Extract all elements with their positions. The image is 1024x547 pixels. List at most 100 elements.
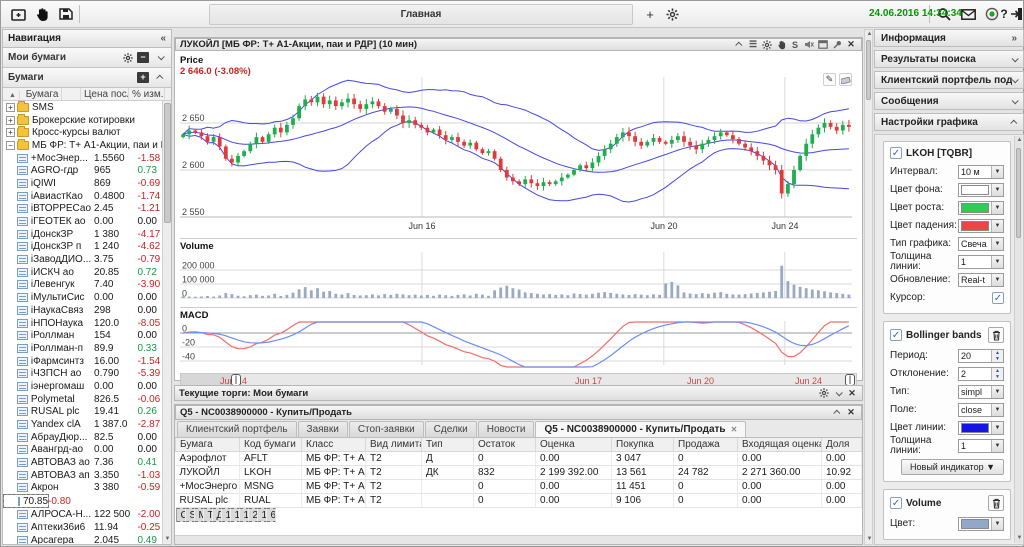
checkbox[interactable]: ✓ <box>890 497 902 509</box>
security-row[interactable]: iАвиастКао 0.4800 -1.74 <box>3 190 171 203</box>
chevron-down-icon[interactable] <box>832 388 844 399</box>
table-row[interactable]: АэрофлотAFLTМБ ФР: Т+ А1-А...Т2Д00.003 0… <box>176 452 862 466</box>
security-row[interactable]: iэнергомаш 0.00 0.00 <box>3 380 171 393</box>
security-row[interactable]: Арсагера 2.045 0.49 <box>3 534 171 544</box>
q5-window-header[interactable]: Q5 - NC0038900000 - Купить/Продать ✕ <box>175 405 862 420</box>
dropdown[interactable]: simpl▼ <box>958 385 1004 399</box>
security-row[interactable]: iДонскЗР п 1 240 -4.62 <box>3 241 171 254</box>
col-header[interactable]: Оценка <box>536 438 612 452</box>
dropdown[interactable]: 10 м▼ <box>958 165 1004 179</box>
volume-chart[interactable]: 200 000 100 000 0 <box>180 252 857 307</box>
col-header[interactable]: Продажа <box>674 438 738 452</box>
security-row[interactable]: iЛевенгук 7.40 -3.90 <box>3 279 171 292</box>
security-row[interactable]: Акрон 3 380 -0.59 <box>3 482 171 495</box>
tab-1[interactable]: Заявки <box>298 421 348 437</box>
security-row[interactable]: iQIWI 869 -0.69 <box>3 177 171 190</box>
security-row[interactable]: AGRO-гдр 965 0.73 <box>3 164 171 177</box>
gear-icon[interactable] <box>122 52 134 63</box>
tree-folder[interactable]: + Брокерские котировки <box>3 114 171 127</box>
security-row[interactable]: iРоллман 154 0.00 <box>3 329 171 342</box>
panel-client-portfolio[interactable]: Клиентский портфель подробно <box>874 71 1024 89</box>
tab-2[interactable]: Стоп-заявки <box>349 421 424 437</box>
chevron-up-icon[interactable] <box>831 407 843 418</box>
col-header[interactable]: Остаток <box>474 438 536 452</box>
expand-icon[interactable]: + <box>6 128 15 137</box>
security-row[interactable]: Yandex clA 1 387.0 -2.87 <box>3 418 171 431</box>
checkbox[interactable]: ✓ <box>992 292 1004 304</box>
panel-search-results[interactable]: Результаты поиска <box>874 50 1024 68</box>
dropdown[interactable]: 1▼ <box>958 439 1004 453</box>
col-header[interactable]: Входящая оценка <box>738 438 822 452</box>
delete-indicator-icon[interactable] <box>988 327 1004 343</box>
tree-folder-expanded[interactable]: − МБ ФР: Т+ А1-Акции, паи и РДР <box>3 139 171 152</box>
security-row[interactable]: Polymetal 826.5 -0.06 <box>3 393 171 406</box>
workspace-vscrollbar[interactable]: ▲ ▼ <box>864 29 873 545</box>
tree-folder[interactable]: + SMS <box>3 101 171 114</box>
gear-icon[interactable] <box>663 5 681 23</box>
tab-glavnaya[interactable]: Главная <box>210 5 632 24</box>
security-row[interactable]: АЛРОСА-Н... 122 500 -2.00 <box>3 508 171 521</box>
eraser-icon[interactable] <box>839 73 852 86</box>
close-tab-icon[interactable]: ✕ <box>731 425 738 434</box>
settings-scrollbar[interactable]: ▲ ▼ <box>1014 136 1022 543</box>
tab-0[interactable]: Клиентский портфель <box>177 421 297 437</box>
security-row[interactable]: iИСКЧ ао 20.85 0.72 <box>3 266 171 279</box>
security-row[interactable]: RUSAL plc 19.41 0.26 <box>3 406 171 419</box>
security-row[interactable]: АЛРОСА ао 70.85 -0.80 <box>3 494 49 508</box>
tab-5[interactable]: Q5 - NC0038900000 - Купить/Продать✕ <box>535 421 746 437</box>
securities-columns-header[interactable]: ▲ Бумага Цена посл % изм. <box>3 88 171 101</box>
add-tab-icon[interactable]: + <box>641 5 659 23</box>
security-row[interactable]: iРоллман-п 89.9 0.33 <box>3 342 171 355</box>
col-header[interactable]: Доля <box>822 438 862 452</box>
save-icon[interactable] <box>57 5 75 23</box>
collapse-icon[interactable]: − <box>6 141 15 150</box>
spin-down-icon[interactable]: ▼ <box>992 374 1003 380</box>
tab-3[interactable]: Сделки <box>425 421 477 437</box>
security-row[interactable]: Авангрд-ао 0.00 0.00 <box>3 444 171 457</box>
table-row[interactable]: СбербанкSBERМБ ФР: Т+ А1-А...Т2ДК1 0631 … <box>176 508 222 522</box>
checkbox[interactable]: ✓ <box>890 147 902 159</box>
security-row[interactable]: АВТОВАЗ ао 7.36 0.41 <box>3 456 171 469</box>
dropdown[interactable]: close▼ <box>958 403 1004 417</box>
q5-hscrollbar[interactable] <box>175 536 862 544</box>
number-spinner[interactable]: 2▲▼ <box>958 367 1004 381</box>
panel-information[interactable]: Информация » <box>874 29 1024 47</box>
close-icon[interactable]: ✕ <box>846 388 858 399</box>
gear-icon[interactable] <box>761 39 773 50</box>
security-row[interactable]: iЗаводДИО... 3.75 -0.79 <box>3 253 171 266</box>
table-row[interactable]: +МосЭнергоMSNGМБ ФР: Т+ А1-А...Т200.0011… <box>176 480 862 494</box>
delete-indicator-icon[interactable] <box>988 495 1004 511</box>
panel-securities[interactable]: Бумаги + <box>3 68 171 88</box>
security-row[interactable]: АВТОВАЗ ап 3.350 -1.03 <box>3 469 171 482</box>
checkbox[interactable]: ✓ <box>890 329 902 341</box>
close-icon[interactable]: ✕ <box>845 407 857 418</box>
new-indicator-button[interactable]: Новый индикатор ▼ <box>901 459 1004 475</box>
panel-messages[interactable]: Сообщения <box>874 92 1024 110</box>
number-spinner[interactable]: 20▲▼ <box>958 349 1004 363</box>
dropdown[interactable]: 1▼ <box>958 255 1004 269</box>
panel-chart-settings[interactable]: Настройки графика <box>874 113 1024 131</box>
remove-table-icon[interactable]: − <box>137 52 149 63</box>
collapse-left-icon[interactable]: « <box>160 33 166 44</box>
tab-4[interactable]: Новости <box>478 421 535 437</box>
price-chart[interactable]: 2 650 2 600 2 550Jun 16Jun 20Jun 24 <box>180 77 857 238</box>
dropdown[interactable]: Свеча▼ <box>958 237 1004 251</box>
security-row[interactable]: iГЕОТЕК ао 0.00 0.00 <box>3 215 171 228</box>
hand-tool-icon[interactable] <box>775 39 787 50</box>
window-icon[interactable] <box>817 39 829 50</box>
macd-chart[interactable]: 0 -20 -40 <box>180 321 857 372</box>
dropdown[interactable]: Real-t▼ <box>958 273 1004 287</box>
color-dropdown[interactable]: ▼ <box>958 201 1004 215</box>
pin-icon[interactable] <box>831 39 843 50</box>
chevron-up-icon[interactable] <box>154 72 166 83</box>
table-row[interactable]: ЛУКОЙЛLKOHМБ ФР: Т+ А1-А...Т2ДК8322 199 … <box>176 466 862 480</box>
col-header[interactable]: Покупка <box>612 438 674 452</box>
pencil-icon[interactable]: ✎ <box>823 73 836 86</box>
security-row[interactable]: iВТОРРЕСао 2.45 -1.21 <box>3 203 171 216</box>
expand-icon[interactable]: + <box>6 103 15 112</box>
color-dropdown[interactable]: ▼ <box>958 219 1004 233</box>
security-row[interactable]: Аптеки36и6 11.94 -0.25 <box>3 521 171 534</box>
col-header[interactable]: Код бумаги <box>240 438 302 452</box>
strategy-icon[interactable]: S <box>789 39 801 50</box>
spin-down-icon[interactable]: ▼ <box>992 356 1003 362</box>
